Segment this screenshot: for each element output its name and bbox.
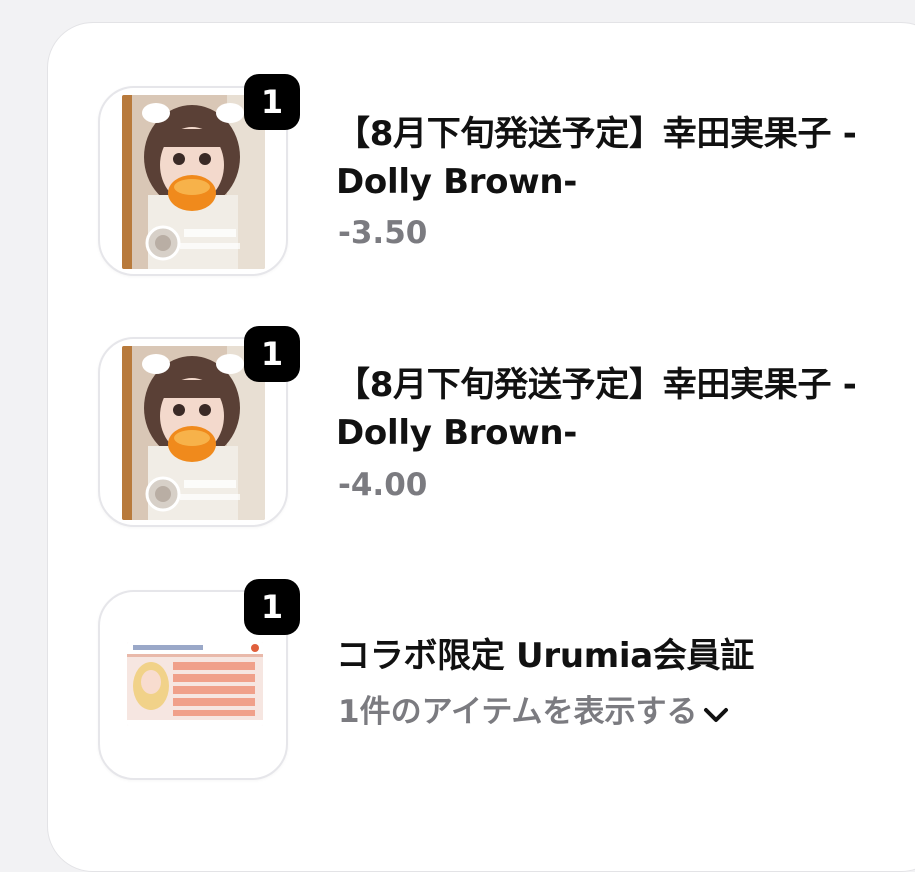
product-image <box>122 346 265 520</box>
chevron-down-icon <box>703 694 729 734</box>
quantity-badge: 1 <box>244 74 300 130</box>
show-items-label: 1件のアイテムを表示する <box>338 694 698 730</box>
quantity-badge: 1 <box>244 326 300 382</box>
item-variant: -4.00 <box>338 467 428 503</box>
item-title[interactable]: 【8月下旬発送予定】幸田実果子 -Dolly Brown- <box>336 110 896 206</box>
product-image <box>127 642 263 726</box>
item-title[interactable]: コラボ限定 Urumia会員証 <box>336 632 896 680</box>
product-image <box>122 95 265 269</box>
item-variant: -3.50 <box>338 215 428 251</box>
quantity-badge: 1 <box>244 579 300 635</box>
item-title[interactable]: 【8月下旬発送予定】幸田実果子 -Dolly Brown- <box>336 361 896 457</box>
show-items-toggle[interactable]: 1件のアイテムを表示する <box>338 692 729 734</box>
